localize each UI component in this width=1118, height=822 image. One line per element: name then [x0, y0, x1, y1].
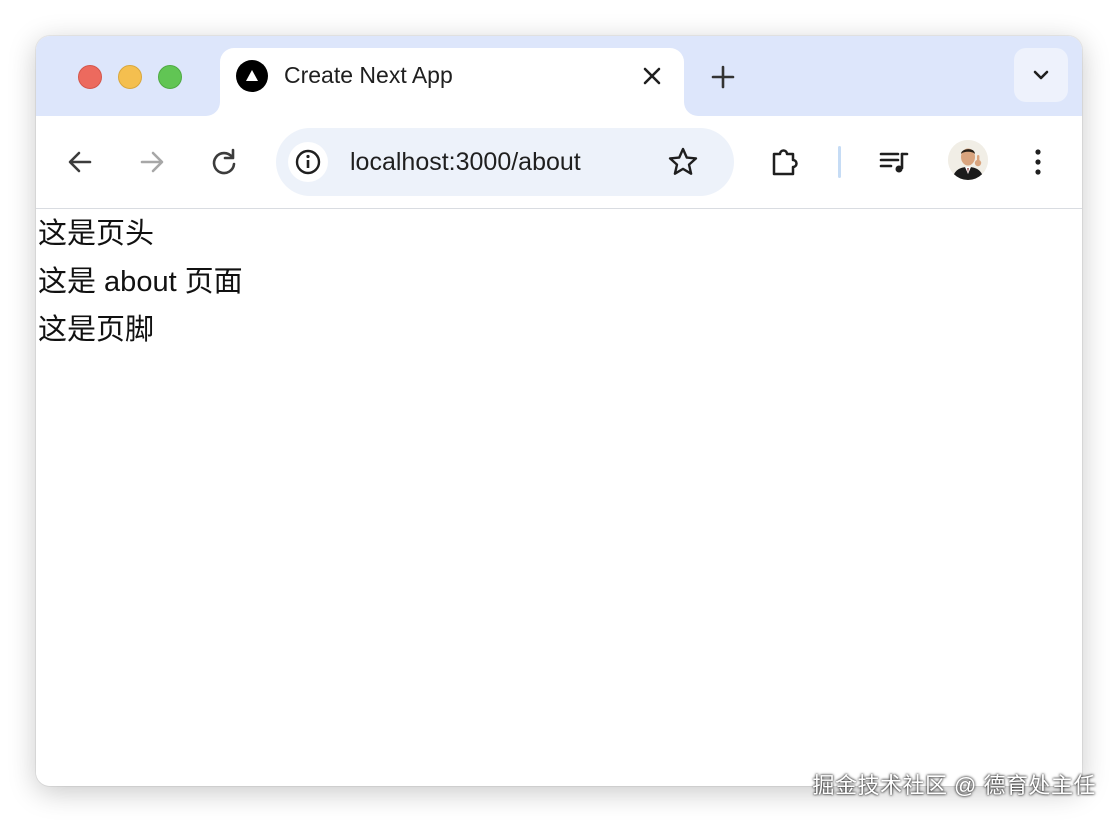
- zoom-window-button[interactable]: [158, 65, 182, 89]
- kebab-menu-icon[interactable]: [1020, 144, 1056, 180]
- bookmark-star-icon[interactable]: [666, 145, 700, 179]
- nextjs-triangle-icon: [236, 60, 268, 92]
- close-window-button[interactable]: [78, 65, 102, 89]
- close-tab-icon[interactable]: [638, 62, 666, 90]
- browser-window: Create Next App localhost:3000/about 这是页…: [36, 36, 1082, 786]
- forward-arrow-icon[interactable]: [134, 144, 170, 180]
- profile-avatar[interactable]: [948, 140, 988, 180]
- watermark-text: 掘金技术社区 @ 德育处主任: [812, 773, 1096, 798]
- url-text[interactable]: localhost:3000/about: [350, 148, 581, 177]
- active-tab[interactable]: Create Next App: [220, 48, 684, 116]
- page-header-text: 这是页头: [38, 218, 155, 250]
- tab-search-button[interactable]: [1014, 48, 1068, 102]
- page-body-text: 这是 about 页面: [38, 266, 243, 298]
- chevron-down-icon: [1033, 70, 1049, 80]
- page-viewport: 这是页头 这是 about 页面 这是页脚: [36, 209, 1082, 786]
- screenshot-stage: Create Next App localhost:3000/about 这是页…: [0, 0, 1118, 822]
- extensions-puzzle-icon[interactable]: [768, 144, 804, 180]
- toolbar-divider: [838, 146, 841, 178]
- browser-toolbar: localhost:3000/about: [36, 116, 1082, 209]
- reload-icon[interactable]: [206, 144, 242, 180]
- back-arrow-icon[interactable]: [62, 144, 98, 180]
- address-bar[interactable]: localhost:3000/about: [276, 128, 734, 196]
- tab-title: Create Next App: [284, 62, 453, 88]
- tab-strip: Create Next App: [36, 36, 1082, 116]
- page-footer-text: 这是页脚: [38, 314, 155, 346]
- new-tab-plus-icon[interactable]: [708, 62, 738, 92]
- minimize-window-button[interactable]: [118, 65, 142, 89]
- playlist-music-icon[interactable]: [876, 144, 912, 180]
- site-info-icon[interactable]: [288, 142, 328, 182]
